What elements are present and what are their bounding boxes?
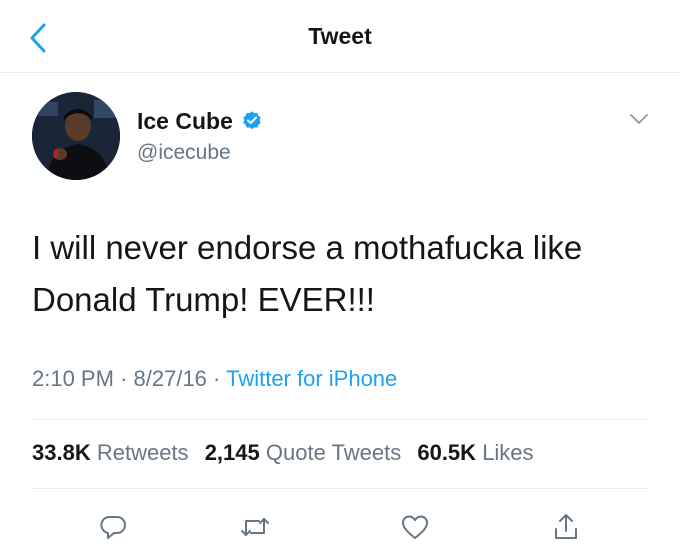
top-bar: Tweet (0, 0, 680, 73)
tweet-text-line: Donald Trump! EVER!!! (32, 281, 375, 318)
tweet-text: I will never endorse a mothafucka like D… (32, 222, 652, 326)
share-icon (555, 514, 577, 539)
meta-separator: · (120, 366, 128, 391)
retweets-stat[interactable]: 33.8K Retweets (32, 440, 189, 465)
retweets-count: 33.8K (32, 440, 91, 465)
quote-tweets-count: 2,145 (204, 440, 260, 465)
author-handle[interactable]: @icecube (137, 139, 231, 167)
reply-icon (100, 515, 126, 539)
divider (32, 488, 648, 489)
tweet-actions (0, 507, 680, 547)
share-button[interactable] (546, 507, 586, 547)
likes-stat[interactable]: 60.5K Likes (417, 440, 533, 465)
retweet-icon (241, 518, 269, 536)
tweet-source-link[interactable]: Twitter for iPhone (226, 366, 397, 391)
author-name-row[interactable]: Ice Cube (137, 106, 263, 136)
tweet-date[interactable]: 8/27/16 (134, 366, 207, 391)
chevron-down-icon (630, 114, 648, 124)
verified-badge-icon (243, 111, 261, 130)
retweet-button[interactable] (235, 507, 275, 547)
divider (32, 419, 648, 420)
tweet-stats: 33.8K Retweets 2,145 Quote Tweets 60.5K … (32, 438, 544, 468)
quote-tweets-stat[interactable]: 2,145 Quote Tweets (205, 440, 402, 465)
like-button[interactable] (395, 507, 435, 547)
tweet-menu-button[interactable] (628, 108, 650, 130)
heart-icon (402, 515, 428, 539)
quote-tweets-label: Quote Tweets (265, 440, 402, 465)
likes-count: 60.5K (417, 440, 477, 465)
tweet-time[interactable]: 2:10 PM (32, 366, 114, 391)
avatar-image (32, 92, 120, 180)
tweet-text-line: I will never endorse a mothafucka like (32, 229, 583, 266)
reply-button[interactable] (94, 507, 134, 547)
tweet-meta: 2:10 PM · 8/27/16 · Twitter for iPhone (32, 364, 397, 394)
avatar[interactable] (32, 92, 120, 180)
page-title: Tweet (308, 23, 372, 49)
meta-separator: · (213, 366, 221, 391)
retweets-label: Retweets (96, 440, 189, 465)
author-display-name[interactable]: Ice Cube (137, 106, 233, 136)
likes-label: Likes (482, 440, 534, 465)
